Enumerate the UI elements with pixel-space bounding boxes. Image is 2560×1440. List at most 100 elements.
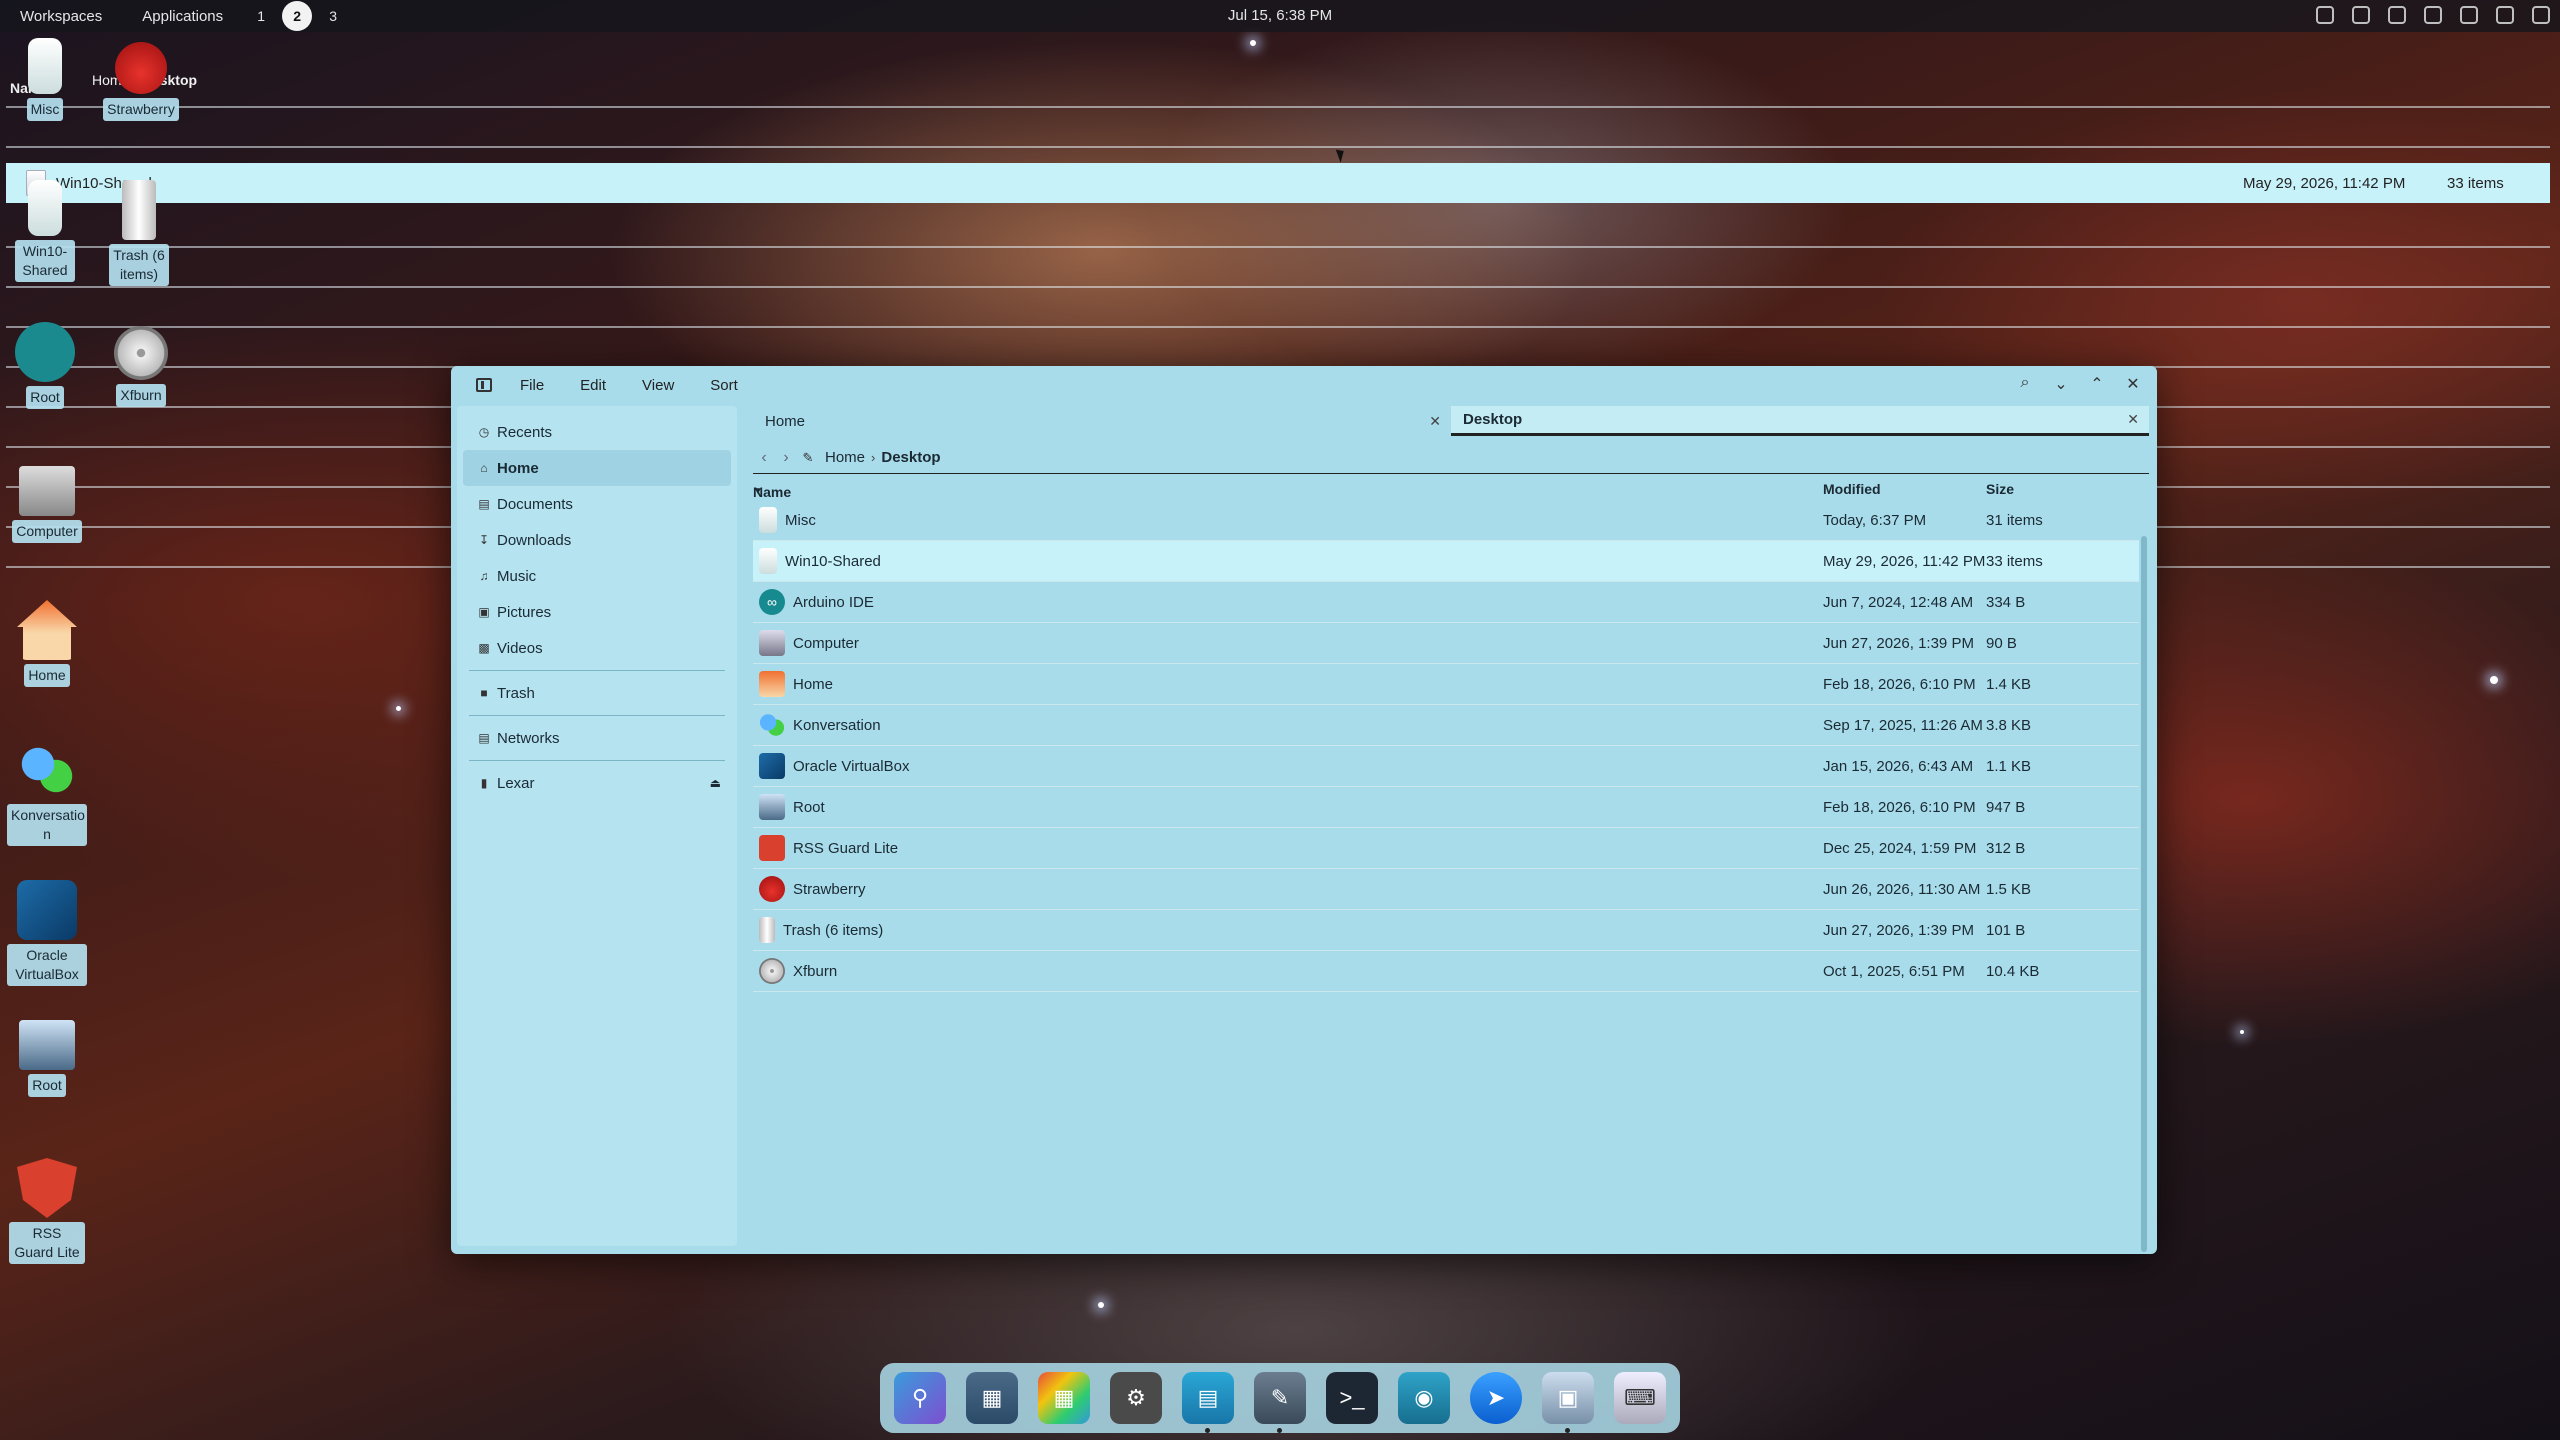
menu-edit[interactable]: Edit bbox=[562, 377, 624, 394]
file-row[interactable]: Strawberry Jun 26, 2026, 11:30 AM 1.5 KB bbox=[753, 869, 2139, 910]
desktop-icon-computer[interactable]: Computer bbox=[2, 466, 92, 543]
file-row[interactable]: Konversation Sep 17, 2025, 11:26 AM 3.8 KB bbox=[753, 705, 2139, 746]
forward-icon[interactable]: › bbox=[775, 449, 797, 467]
close-icon[interactable]: ✕ bbox=[2125, 374, 2141, 394]
search-icon[interactable]: ⌕ bbox=[2017, 374, 2033, 394]
settings-icon[interactable]: ⚙ bbox=[1110, 1372, 1162, 1424]
sidebar-item-home[interactable]: ⌂ Home bbox=[463, 450, 731, 486]
browser-icon[interactable]: ➤ bbox=[1470, 1372, 1522, 1424]
menu-view[interactable]: View bbox=[624, 377, 692, 394]
desktop-icon-virtualbox[interactable]: Oracle VirtualBox bbox=[2, 880, 92, 986]
desktop-icon-xfburn[interactable]: Xfburn bbox=[96, 326, 186, 407]
applications-menu[interactable]: Applications bbox=[122, 8, 243, 25]
ghost-selected-row[interactable]: Win10-Shared May 29, 2026, 11:42 PM 33 i… bbox=[6, 163, 2550, 203]
app-grid-icon[interactable]: ▦ bbox=[1038, 1372, 1090, 1424]
close-tab-icon[interactable]: ✕ bbox=[1429, 413, 1441, 430]
file-manager-icon[interactable]: ▤ bbox=[1182, 1372, 1234, 1433]
file-name: Xfburn bbox=[793, 962, 838, 980]
sidebar-item-music[interactable]: ♫ Music bbox=[463, 558, 731, 594]
file-size: 312 B bbox=[1986, 839, 2026, 857]
computer-icon bbox=[759, 630, 785, 656]
workspace-switcher-icon[interactable]: ▦ bbox=[966, 1372, 1018, 1424]
keyboard-icon[interactable]: ⌨ bbox=[1614, 1372, 1666, 1424]
desktop-icon-misc[interactable]: Misc bbox=[0, 38, 90, 121]
desktop-icon-rootide[interactable]: Root bbox=[0, 322, 90, 409]
column-size[interactable]: Size bbox=[1986, 481, 2014, 497]
rss-shield-icon bbox=[17, 1158, 77, 1218]
power-icon[interactable] bbox=[2532, 6, 2550, 24]
desktop-icon-strawberry[interactable]: Strawberry bbox=[96, 42, 186, 121]
file-row[interactable]: Oracle VirtualBox Jan 15, 2026, 6:43 AM 1.… bbox=[753, 746, 2139, 787]
file-row[interactable]: ∞ Arduino IDE Jun 7, 2024, 12:48 AM 334 B bbox=[753, 582, 2139, 623]
breadcrumb-home[interactable]: Home bbox=[825, 449, 865, 466]
desktop-icon-win10[interactable]: Win10-Shared bbox=[0, 180, 90, 282]
ghost-row-line bbox=[6, 288, 2550, 328]
eject-icon[interactable]: ⏏ bbox=[710, 776, 721, 790]
sidebar-item-networks[interactable]: ▤ Networks bbox=[463, 720, 731, 756]
desktop-icon-root[interactable]: Root bbox=[2, 1020, 92, 1097]
file-row[interactable]: RSS Guard Lite Dec 25, 2024, 1:59 PM 312 B bbox=[753, 828, 2139, 869]
star-decoration bbox=[396, 706, 401, 711]
file-row[interactable]: Home Feb 18, 2026, 6:10 PM 1.4 KB bbox=[753, 664, 2139, 705]
file-row-selected[interactable]: Win10-Shared May 29, 2026, 11:42 PM 33 ite… bbox=[753, 541, 2139, 582]
column-name[interactable]: Name ▼ bbox=[753, 481, 791, 500]
file-row[interactable]: Computer Jun 27, 2026, 1:39 PM 90 B bbox=[753, 623, 2139, 664]
tab-label: Desktop bbox=[1463, 411, 1523, 428]
minimize-icon[interactable]: ⌄ bbox=[2053, 374, 2069, 394]
top-panel: Workspaces Applications 1 2 3 Jul 15, 6:… bbox=[0, 0, 2560, 32]
volume-icon[interactable] bbox=[2388, 6, 2406, 24]
edit-path-icon[interactable]: ✎ bbox=[797, 450, 819, 466]
sidebar-item-lexar[interactable]: ▮ Lexar ⏏ bbox=[463, 765, 731, 801]
image-viewer-icon[interactable]: ▣ bbox=[1542, 1372, 1594, 1433]
bluetooth-icon[interactable] bbox=[2424, 6, 2442, 24]
column-modified[interactable]: Modified bbox=[1823, 481, 1881, 497]
sidebar-item-videos[interactable]: ▩ Videos bbox=[463, 630, 731, 666]
title-bar[interactable]: File Edit View Sort ⌕ ⌄ ⌃ ✕ bbox=[451, 366, 2157, 404]
tab-home[interactable]: Home ✕ bbox=[753, 406, 1451, 436]
sidebar-item-trash[interactable]: ■ Trash bbox=[463, 675, 731, 711]
dropbox-icon[interactable] bbox=[2352, 6, 2370, 24]
file-modified: Jun 27, 2026, 1:39 PM bbox=[1823, 634, 1974, 652]
desktop-icon-trash[interactable]: Trash (6 items) bbox=[94, 180, 184, 286]
wifi-icon[interactable] bbox=[2460, 6, 2478, 24]
workspace-1-button[interactable]: 1 bbox=[246, 1, 276, 31]
text-editor-icon[interactable]: ✎ bbox=[1254, 1372, 1306, 1433]
desktop-icon-rssguard[interactable]: RSS Guard Lite bbox=[2, 1158, 92, 1264]
workspaces-menu[interactable]: Workspaces bbox=[0, 8, 122, 25]
sidebar-item-documents[interactable]: ▤ Documents bbox=[463, 486, 731, 522]
app-search-icon[interactable]: ⚲ bbox=[894, 1372, 946, 1424]
terminal-icon[interactable]: >_ bbox=[1326, 1372, 1378, 1424]
file-row[interactable]: Trash (6 items) Jun 27, 2026, 1:39 PM 101 … bbox=[753, 910, 2139, 951]
breadcrumb-desktop[interactable]: Desktop bbox=[881, 449, 940, 466]
menu-sort[interactable]: Sort bbox=[692, 377, 756, 394]
file-row[interactable]: Misc Today, 6:37 PM 31 items bbox=[753, 500, 2139, 541]
desktop-icon-label: Konversatio n bbox=[7, 804, 87, 846]
sidebar-toggle-icon[interactable] bbox=[476, 378, 492, 392]
screenshot-icon[interactable]: ◉ bbox=[1398, 1372, 1450, 1424]
back-icon[interactable]: ‹ bbox=[753, 449, 775, 467]
desktop-icon-home[interactable]: Home bbox=[2, 600, 92, 687]
workspace-3-button[interactable]: 3 bbox=[318, 1, 348, 31]
tab-desktop[interactable]: Desktop ✕ bbox=[1451, 406, 2149, 436]
music-icon: ♫ bbox=[479, 569, 489, 583]
sidebar-item-recents[interactable]: ◷ Recents bbox=[463, 414, 731, 450]
sidebar-item-label: Downloads bbox=[497, 531, 572, 549]
vertical-scrollbar[interactable] bbox=[2141, 536, 2147, 1252]
file-row[interactable]: Root Feb 18, 2026, 6:10 PM 947 B bbox=[753, 787, 2139, 828]
desktop-icon-konversation[interactable]: Konversatio n bbox=[2, 740, 92, 846]
workspace-2-button[interactable]: 2 bbox=[282, 1, 313, 31]
computer-icon bbox=[19, 466, 75, 516]
chevron-right-icon: › bbox=[871, 450, 876, 465]
sidebar-item-downloads[interactable]: ↧ Downloads bbox=[463, 522, 731, 558]
battery-icon[interactable] bbox=[2496, 6, 2514, 24]
file-row[interactable]: Xfburn Oct 1, 2025, 6:51 PM 10.4 KB bbox=[753, 951, 2139, 992]
close-tab-icon[interactable]: ✕ bbox=[2127, 411, 2139, 428]
virtualbox-icon bbox=[17, 880, 77, 940]
file-name: Oracle VirtualBox bbox=[793, 757, 910, 775]
sidebar-item-pictures[interactable]: ▣ Pictures bbox=[463, 594, 731, 630]
menu-file[interactable]: File bbox=[502, 377, 562, 394]
network-icon[interactable] bbox=[2316, 6, 2334, 24]
drive-icon bbox=[759, 548, 777, 574]
sidebar-item-label: Videos bbox=[497, 639, 543, 657]
maximize-icon[interactable]: ⌃ bbox=[2089, 374, 2105, 394]
